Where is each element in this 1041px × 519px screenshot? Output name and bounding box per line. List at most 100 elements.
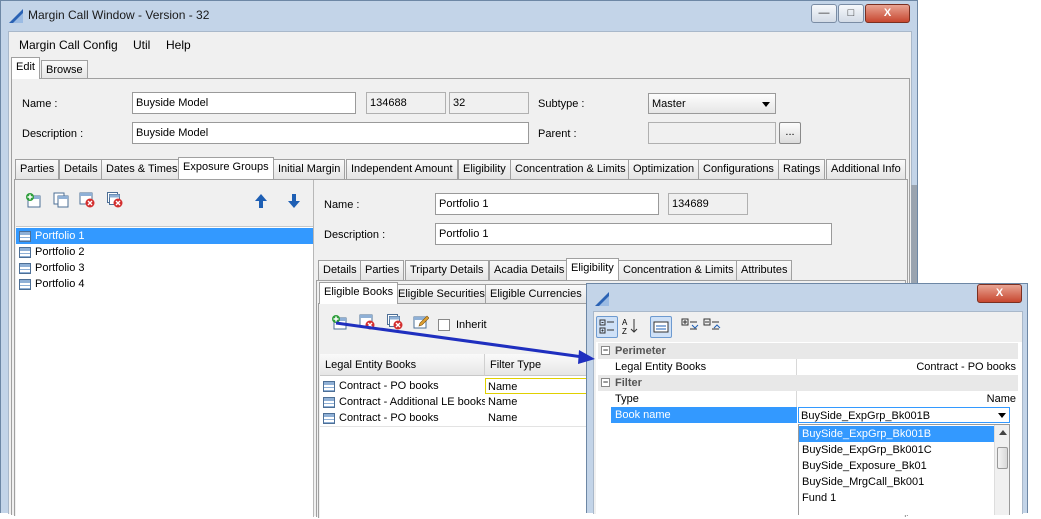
property-row[interactable]: Type Name <box>598 391 1018 407</box>
list-item[interactable]: Portfolio 1 <box>16 228 313 244</box>
chevron-down-icon[interactable] <box>998 413 1006 418</box>
name-input[interactable]: Buyside Model <box>132 92 356 114</box>
menu-util[interactable]: Util <box>133 38 150 52</box>
subtype-select[interactable]: Master <box>648 93 776 114</box>
list-item[interactable]: Portfolio 4 <box>16 276 313 292</box>
tab-initial-margin[interactable]: Initial Margin <box>273 159 346 179</box>
collapse-all-button[interactable] <box>702 316 724 338</box>
delete-book-icon[interactable] <box>359 314 375 330</box>
table-row[interactable]: Contract - PO books <box>323 410 483 426</box>
alphabetical-view-button[interactable]: A Z <box>620 316 642 338</box>
property-pages-button[interactable] <box>650 316 672 338</box>
portfolio-name-label: Name : <box>324 199 360 211</box>
property-row[interactable]: Book name BuySide_ExpGrp_Bk001B <box>598 407 1018 423</box>
maximize-button[interactable]: □ <box>838 4 864 23</box>
list-item[interactable]: Portfolio 2 <box>16 244 313 260</box>
section-title: Filter <box>615 377 642 389</box>
copy-icon[interactable] <box>53 192 69 208</box>
description-input[interactable]: Buyside Model <box>132 122 529 144</box>
delete-all-books-icon[interactable] <box>387 314 403 330</box>
tab-portfolio-details[interactable]: Details <box>318 260 362 280</box>
menu-margin-call-config[interactable]: Margin Call Config <box>19 38 118 52</box>
tab-dates-times[interactable]: Dates & Times <box>101 159 183 179</box>
popup-client: A Z − Perimeter Legal Entity Books Contr… <box>593 311 1023 515</box>
dropdown-option[interactable]: BuySide_Exposure_Bk01 <box>799 458 994 474</box>
add-book-icon[interactable] <box>331 314 347 330</box>
tab-eligible-currencies[interactable]: Eligible Currencies <box>485 284 587 304</box>
tab-ratings[interactable]: Ratings <box>778 159 826 179</box>
tab-edit[interactable]: Edit <box>11 57 40 79</box>
edit-book-icon[interactable] <box>413 314 429 330</box>
filter-cell[interactable]: Name <box>488 394 598 410</box>
tab-acadia-details[interactable]: Acadia Details <box>489 260 570 280</box>
table-icon <box>323 396 335 408</box>
tab-portfolio-parties[interactable]: Parties <box>360 260 405 280</box>
parent-browse-button[interactable]: ... <box>779 122 801 144</box>
property-label: Type <box>615 393 639 405</box>
menu-help[interactable]: Help <box>166 38 191 52</box>
description-label: Description : <box>22 128 84 140</box>
tab-concentration-limits[interactable]: Concentration & Limits <box>510 159 631 179</box>
tab-independent-amount[interactable]: Independent Amount <box>346 159 458 179</box>
filter-cell[interactable]: Name <box>488 410 598 426</box>
tab-details[interactable]: Details <box>59 159 103 179</box>
tab-browse[interactable]: Browse <box>41 60 88 79</box>
section-filter[interactable]: − Filter <box>598 375 1018 391</box>
scrollbar-thumb[interactable] <box>997 447 1008 469</box>
portfolio-name: Portfolio 3 <box>35 262 85 274</box>
tab-attributes[interactable]: Attributes <box>736 260 793 280</box>
dropdown-option[interactable]: BuySide_MrgCall_Bk001 <box>799 474 994 490</box>
collapse-icon[interactable]: − <box>601 346 610 355</box>
collapse-all-icon <box>703 318 721 330</box>
collapse-icon[interactable]: − <box>601 378 610 387</box>
filter-cell[interactable]: Name <box>485 378 595 394</box>
move-up-icon[interactable] <box>253 193 269 209</box>
subtype-value: Master <box>652 98 686 110</box>
tab-configurations[interactable]: Configurations <box>698 159 779 179</box>
menu-bar: Margin Call Config Util Help <box>9 32 911 56</box>
popup-close-button[interactable]: X <box>977 284 1022 303</box>
tab-eligible-books[interactable]: Eligible Books <box>319 282 399 304</box>
delete-all-icon[interactable] <box>107 192 123 208</box>
table-icon <box>19 278 31 290</box>
book-name-combobox[interactable]: BuySide_ExpGrp_Bk001B <box>798 407 1010 423</box>
section-perimeter[interactable]: − Perimeter <box>598 343 1018 359</box>
tab-eligibility[interactable]: Eligibility <box>458 159 511 179</box>
categorized-view-button[interactable] <box>596 316 618 338</box>
close-button[interactable]: X <box>865 4 910 23</box>
splitter[interactable] <box>313 180 314 517</box>
version-field: 32 <box>449 92 529 114</box>
tab-triparty-details[interactable]: Triparty Details <box>405 260 489 280</box>
tab-exposure-groups[interactable]: Exposure Groups <box>178 157 274 179</box>
portfolio-description-input[interactable]: Portfolio 1 <box>435 223 832 245</box>
dropdown-option[interactable]: BuySide_ExpGrp_Bk001B <box>799 426 994 442</box>
dropdown-option[interactable]: Fund 1 <box>799 490 994 506</box>
inherit-label: Inherit <box>456 319 487 331</box>
config-id-field: 134688 <box>366 92 446 114</box>
table-row[interactable]: Contract - PO books <box>323 378 483 394</box>
table-row[interactable]: Contract - Additional LE books <box>323 394 485 410</box>
move-down-icon[interactable] <box>286 193 302 209</box>
list-item[interactable]: Portfolio 3 <box>16 260 313 276</box>
property-row[interactable]: Legal Entity Books Contract - PO books <box>598 359 1018 375</box>
portfolio-name-input[interactable]: Portfolio 1 <box>435 193 659 215</box>
svg-text:A: A <box>622 318 628 327</box>
tab-eligible-securities[interactable]: Eligible Securities <box>393 284 490 304</box>
add-icon[interactable] <box>25 192 41 208</box>
scroll-up-icon[interactable] <box>999 430 1007 435</box>
tab-additional-info[interactable]: Additional Info <box>826 159 906 179</box>
book-cell: Contract - PO books <box>339 380 439 392</box>
tab-portfolio-concentration-limits[interactable]: Concentration & Limits <box>618 260 739 280</box>
minimize-button[interactable]: — <box>811 4 837 23</box>
dropdown-option[interactable]: BuySide_ExpGrp_Bk001C <box>799 442 994 458</box>
column-header-legal-entity-books[interactable]: Legal Entity Books <box>320 354 485 376</box>
tab-optimization[interactable]: Optimization <box>628 159 700 179</box>
dropdown-scrollbar[interactable] <box>994 425 1009 515</box>
delete-icon[interactable] <box>79 192 95 208</box>
inherit-checkbox[interactable] <box>438 319 450 331</box>
portfolio-name: Portfolio 4 <box>35 278 85 290</box>
expand-all-button[interactable] <box>680 316 702 338</box>
tab-parties[interactable]: Parties <box>15 159 60 179</box>
parent-field <box>648 122 776 144</box>
tab-portfolio-eligibility[interactable]: Eligibility <box>566 258 619 280</box>
